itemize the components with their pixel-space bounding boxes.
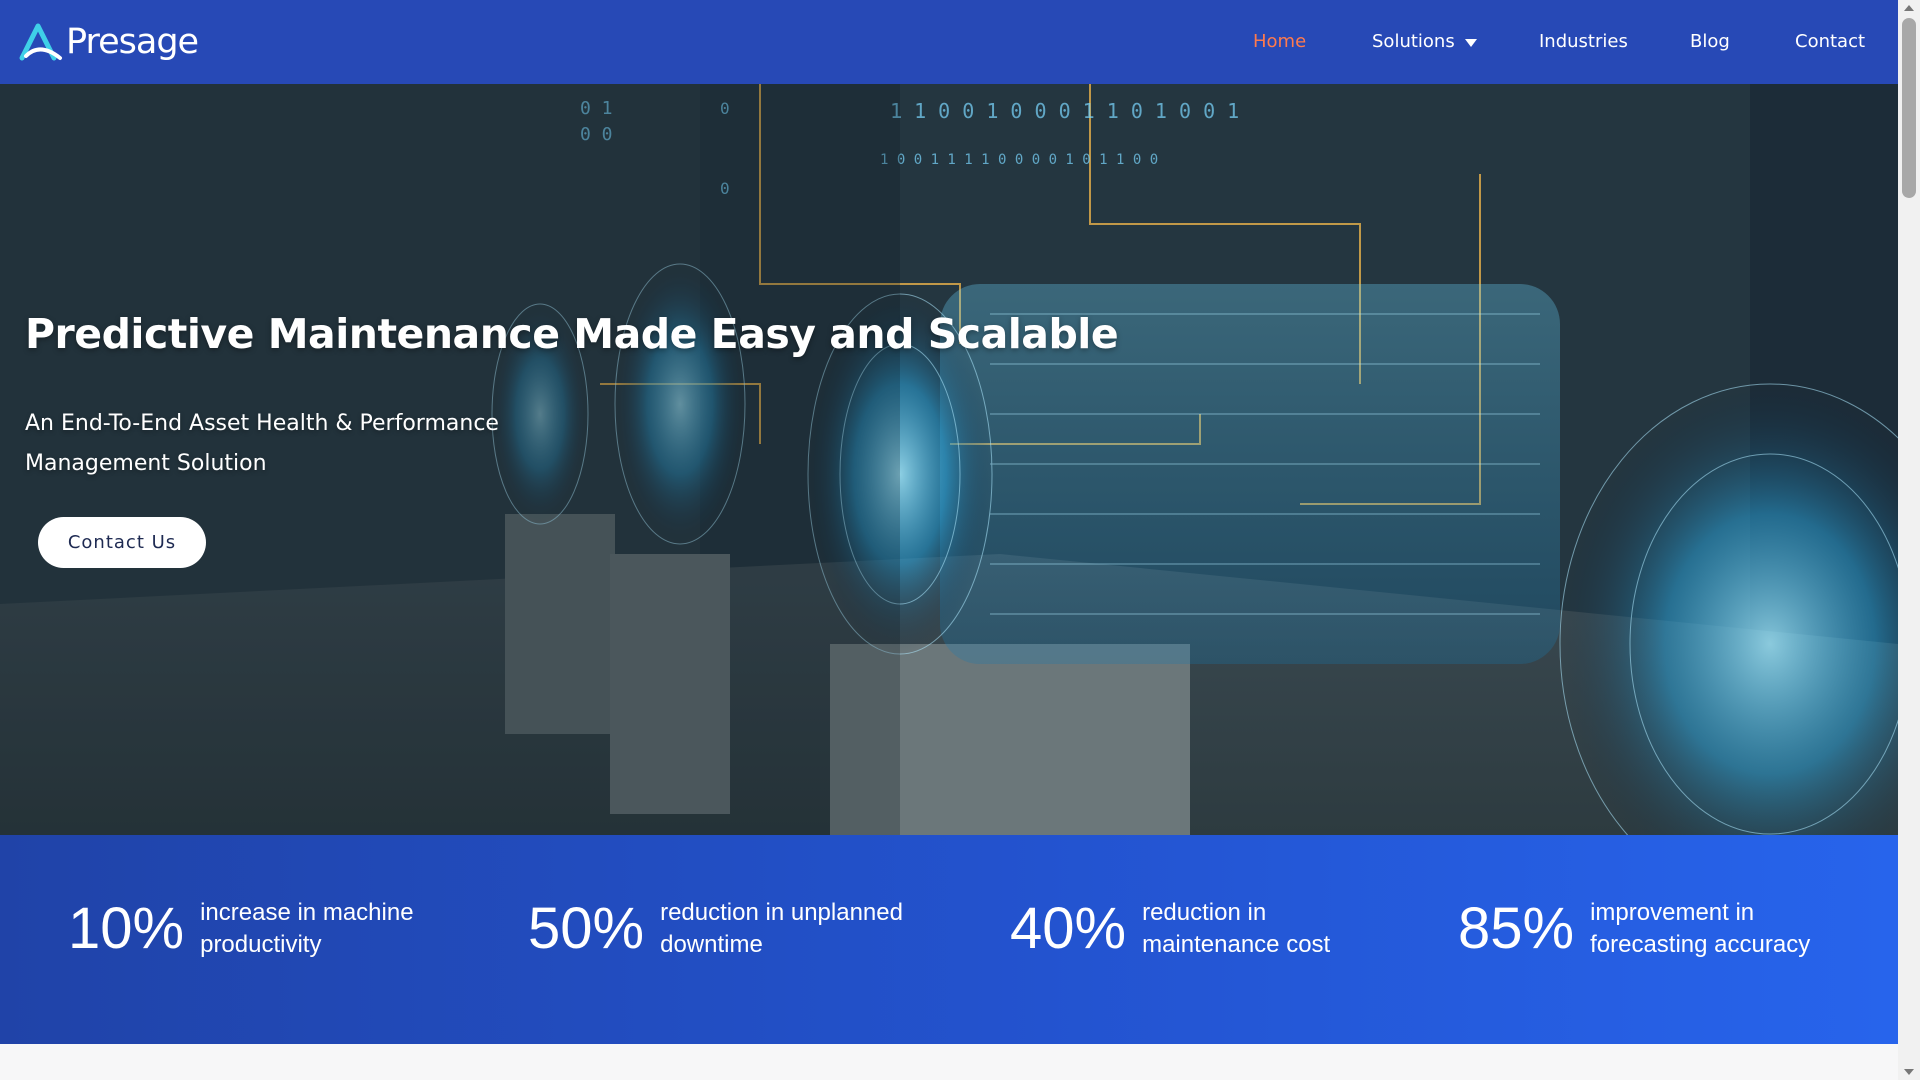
stat-label: reduction in unplanned downtime [660,899,903,958]
next-section [0,1044,1898,1080]
page: Presage Home Solutions Industries Blog C… [0,0,1898,1080]
nav-item-contact[interactable]: Contact [1795,31,1865,52]
hero-subtitle: An End-To-End Asset Health & Performance… [25,411,499,476]
nav-item-industries[interactable]: Industries [1539,31,1628,52]
stats-band: 10% increase in machine productivity 50%… [0,835,1898,1044]
nav-item-blog[interactable]: Blog [1690,31,1730,52]
stat-label: increase in machine productivity [200,899,414,958]
main-nav: Home Solutions Industries Blog Contact [0,0,1898,84]
stat-item: 85% improvement in forecasting accuracy [1458,897,1850,961]
stat-value: 10% [68,896,185,961]
hero-section: 1 1 0 0 1 0 0 0 1 1 0 1 0 0 1 1 0 0 1 1 … [0,84,1898,835]
nav-item-solutions[interactable]: Solutions [1372,31,1477,52]
nav-item-solutions-label: Solutions [1372,31,1455,52]
scroll-up-icon[interactable] [1904,5,1914,11]
site-header: Presage Home Solutions Industries Blog C… [0,0,1898,84]
stat-value: 50% [528,896,645,961]
svg-text:1 0 0 1 1 1 1 0 0 0 0 1 0 1 1: 1 0 0 1 1 1 1 0 0 0 0 1 0 1 1 0 0 [880,152,1158,168]
stat-item: 40% reduction in maintenance cost [1010,897,1402,961]
caret-down-icon [1464,38,1477,47]
stat-item: 50% reduction in unplanned downtime [528,897,920,961]
svg-text:1 1 0 0 1 0 0 0 1 1 0 1 0 0 1: 1 1 0 0 1 0 0 0 1 1 0 1 0 0 1 [890,99,1239,123]
scrollbar-thumb[interactable] [1902,18,1916,198]
hero-title: Predictive Maintenance Made Easy and Sca… [25,310,1119,358]
stat-item: 10% increase in machine productivity [68,897,460,961]
stat-label: reduction in maintenance cost [1142,899,1331,958]
page-scrollbar[interactable] [1898,0,1920,1080]
contact-us-button[interactable]: Contact Us [38,517,206,568]
scroll-down-icon[interactable] [1904,1069,1914,1075]
nav-item-home[interactable]: Home [1253,31,1306,52]
stat-value: 85% [1458,896,1575,961]
stat-value: 40% [1010,896,1127,961]
stat-label: improvement in forecasting accuracy [1590,899,1811,958]
